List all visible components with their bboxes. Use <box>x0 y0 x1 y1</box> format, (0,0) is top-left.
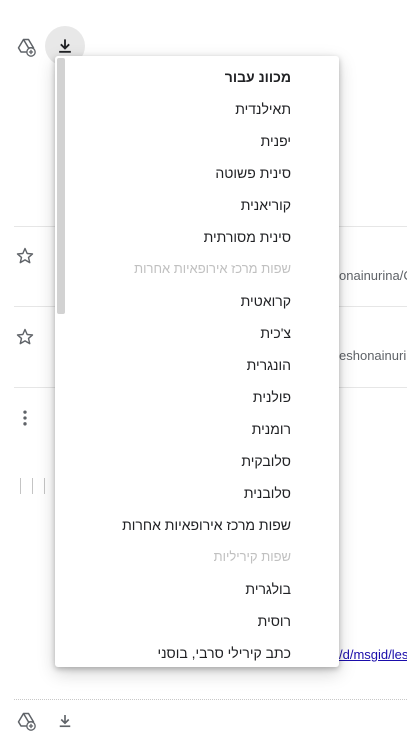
collapsed-quote-bars <box>20 478 50 494</box>
encoding-menu: מכוונ עבור תאילנדית יפנית סינית פשוטה קו… <box>55 56 339 667</box>
menu-item-slovenian[interactable]: סלובנית <box>55 477 339 509</box>
menu-item-japanese[interactable]: יפנית <box>55 125 339 157</box>
menu-item-simplified-chinese[interactable]: סינית פשוטה <box>55 157 339 189</box>
row-link-fragment[interactable]: onainurina/C <box>339 268 407 283</box>
star-button[interactable] <box>13 244 37 268</box>
add-to-drive-icon <box>17 712 36 731</box>
more-vert-icon <box>23 410 27 426</box>
menu-item-korean[interactable]: קוריאנית <box>55 189 339 221</box>
add-to-drive-button[interactable] <box>14 35 38 59</box>
download-icon <box>59 39 71 53</box>
menu-item-croatian[interactable]: קרואטית <box>55 285 339 317</box>
menu-item-serbian-bosnian-cyrillic[interactable]: כתב קירילי סרבי, בוסני <box>55 637 339 667</box>
menu-item-romanian[interactable]: רומנית <box>55 413 339 445</box>
more-options-button[interactable] <box>13 406 37 430</box>
add-to-drive-button[interactable] <box>14 709 38 733</box>
menu-item-other-central-european[interactable]: שפות מרכז אירופאיות אחרות <box>55 509 339 541</box>
message-link-fragment[interactable]: /d/msgid/les <box>339 647 407 662</box>
menu-group-cyrillic: שפות קיריליות <box>213 549 291 564</box>
menu-group-central-european: שפות מרכז אירופאיות אחרות <box>134 261 291 276</box>
menu-item-thai[interactable]: תאילנדית <box>55 93 339 125</box>
menu-item-polish[interactable]: פולנית <box>55 381 339 413</box>
menu-header: מכוונ עבור <box>224 69 291 85</box>
encoding-menu-list: מכוונ עבור תאילנדית יפנית סינית פשוטה קו… <box>55 61 339 667</box>
menu-item-slovak[interactable]: סלובקית <box>55 445 339 477</box>
divider <box>14 699 407 700</box>
menu-item-traditional-chinese[interactable]: סינית מסורתית <box>55 221 339 253</box>
star-button[interactable] <box>13 325 37 349</box>
add-to-drive-icon <box>17 38 36 57</box>
menu-item-bulgarian[interactable]: בולגרית <box>55 573 339 605</box>
star-icon <box>16 328 34 345</box>
star-icon <box>16 247 34 264</box>
row-link-fragment[interactable]: eshonainurin <box>339 348 407 363</box>
download-button[interactable] <box>53 709 77 733</box>
menu-item-hungarian[interactable]: הונגרית <box>55 349 339 381</box>
menu-item-russian[interactable]: רוסית <box>55 605 339 637</box>
menu-item-czech[interactable]: צ'כית <box>55 317 339 349</box>
page: onainurina/C eshonainurin /d/msgid/les מ… <box>0 0 407 731</box>
download-icon <box>59 715 71 728</box>
